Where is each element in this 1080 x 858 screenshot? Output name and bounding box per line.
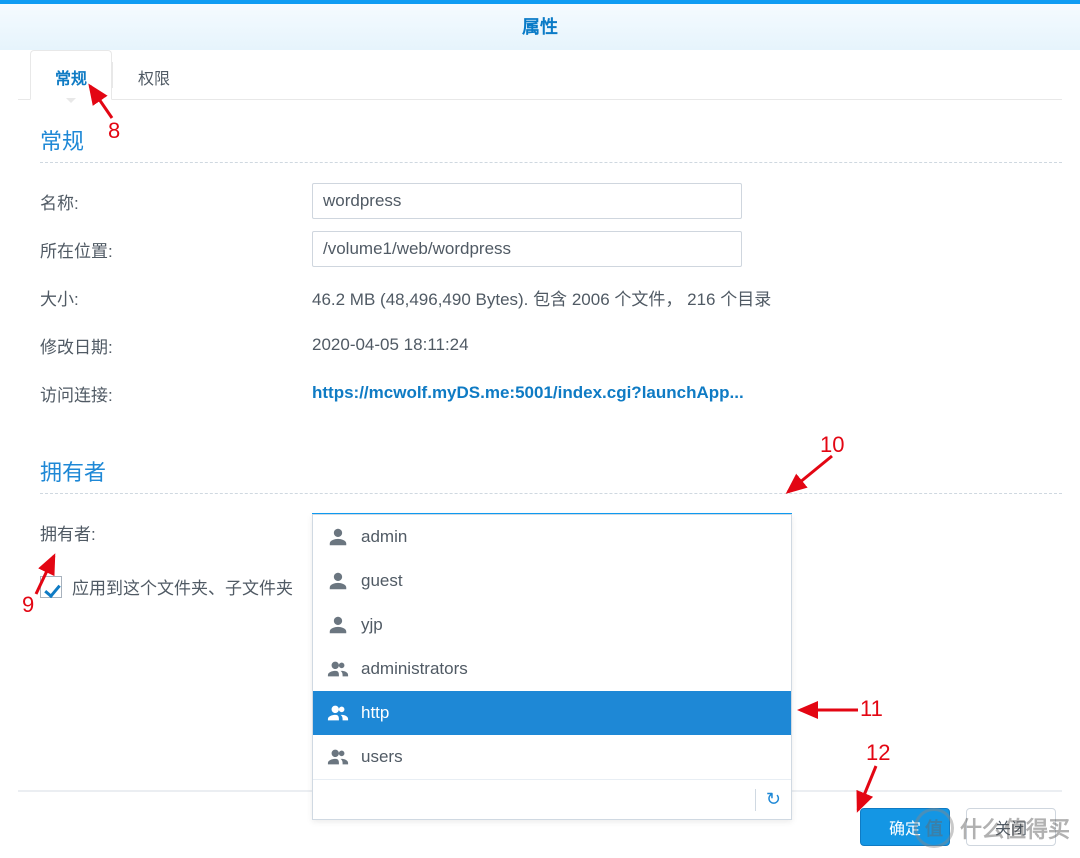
size-value: 46.2 MB (48,496,490 Bytes). 包含 2006 个文件，… xyxy=(312,285,1062,310)
name-input[interactable] xyxy=(312,183,742,219)
section-owner-title: 拥有者 xyxy=(40,455,1062,487)
group-icon xyxy=(327,746,349,768)
watermark: 值 什么值得买 xyxy=(914,808,1070,848)
dropdown-footer: ↻ xyxy=(313,779,791,819)
section-separator xyxy=(40,493,1062,494)
watermark-badge: 值 xyxy=(914,808,954,848)
apply-recursive-checkbox[interactable] xyxy=(40,576,62,598)
owner-dropdown: admin guest yjp administrators http users ↻ xyxy=(312,514,792,820)
owner-option-guest[interactable]: guest xyxy=(313,559,791,603)
link-label: 访问连接: xyxy=(40,381,312,406)
owner-option-http[interactable]: http xyxy=(313,691,791,735)
user-icon xyxy=(327,526,349,548)
user-icon xyxy=(327,614,349,636)
location-input[interactable] xyxy=(312,231,742,267)
group-icon xyxy=(327,658,349,680)
owner-option-label: guest xyxy=(361,571,403,591)
window-title: 属性 xyxy=(0,0,1080,50)
owner-option-administrators[interactable]: administrators xyxy=(313,647,791,691)
section-general-title: 常规 xyxy=(40,124,1062,156)
link-value[interactable]: https://mcwolf.myDS.me:5001/index.cgi?la… xyxy=(312,383,1062,403)
name-label: 名称: xyxy=(40,189,312,214)
owner-option-label: administrators xyxy=(361,659,468,679)
modified-value: 2020-04-05 18:11:24 xyxy=(312,335,1062,355)
tab-permissions[interactable]: 权限 xyxy=(113,50,195,100)
modified-label: 修改日期: xyxy=(40,333,312,358)
user-icon xyxy=(327,570,349,592)
owner-option-label: http xyxy=(361,703,389,723)
watermark-text: 什么值得买 xyxy=(960,812,1070,844)
annotation-8: 8 xyxy=(108,118,120,144)
annotation-9: 9 xyxy=(22,592,34,618)
refresh-icon[interactable]: ↻ xyxy=(766,789,781,810)
owner-label: 拥有者: xyxy=(40,520,312,545)
owner-option-admin[interactable]: admin xyxy=(313,515,791,559)
apply-recursive-label: 应用到这个文件夹、子文件夹 xyxy=(72,574,293,599)
annotation-10: 10 xyxy=(820,432,844,458)
annotation-12: 12 xyxy=(866,740,890,766)
size-label: 大小: xyxy=(40,285,312,310)
owner-option-users[interactable]: users xyxy=(313,735,791,779)
annotation-11: 11 xyxy=(860,696,883,722)
group-icon xyxy=(327,702,349,724)
owner-option-label: admin xyxy=(361,527,407,547)
owner-option-yjp[interactable]: yjp xyxy=(313,603,791,647)
owner-option-label: users xyxy=(361,747,403,767)
tab-bar: 常规 权限 xyxy=(30,50,1080,100)
tab-general[interactable]: 常规 xyxy=(30,50,112,100)
owner-option-label: yjp xyxy=(361,615,383,635)
section-separator xyxy=(40,162,1062,163)
location-label: 所在位置: xyxy=(40,237,312,262)
